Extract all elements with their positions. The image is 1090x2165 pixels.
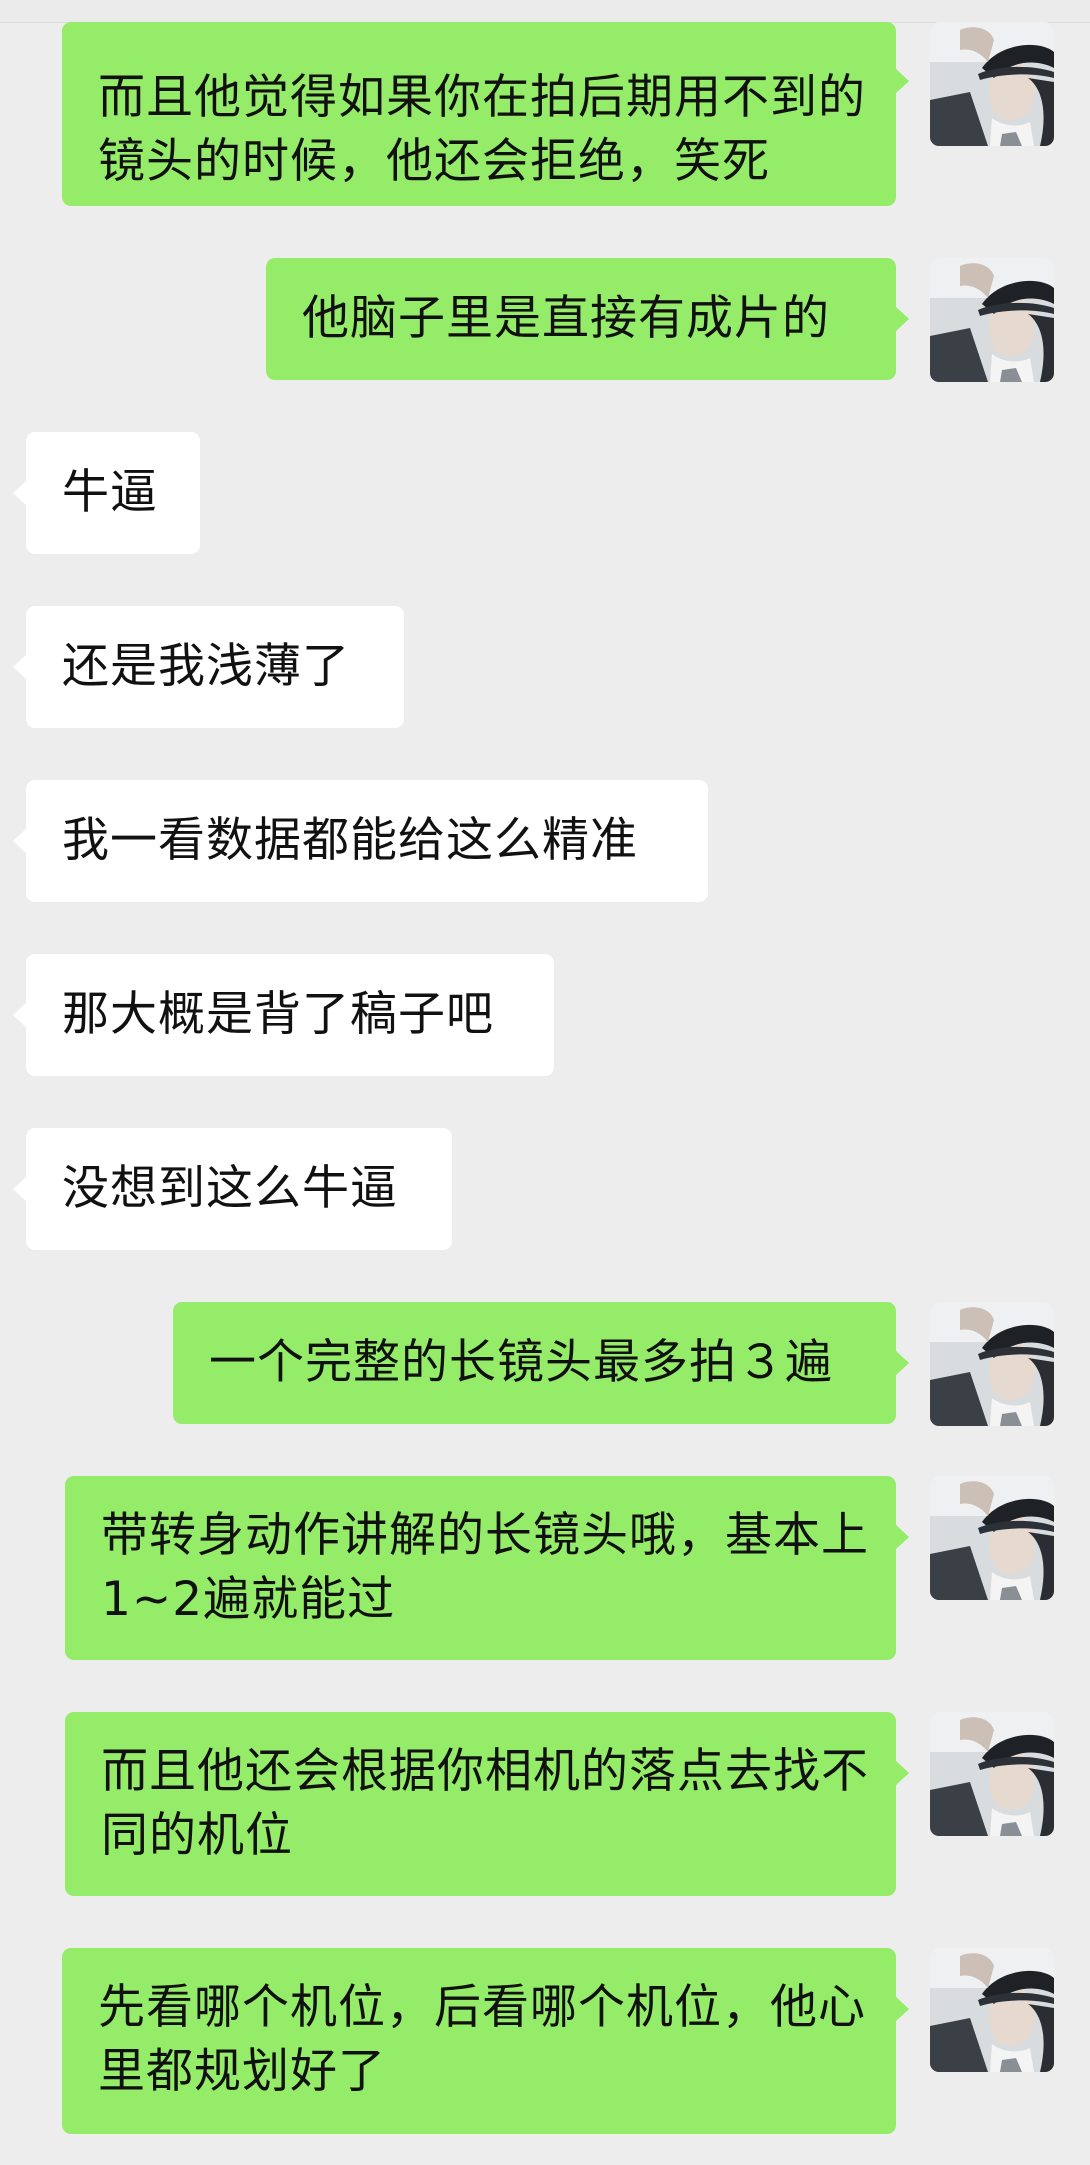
message-text: 而且他还会根据你相机的落点去找不同的机位 (101, 1744, 869, 1863)
message-bubble[interactable]: 先看哪个机位，后看哪个机位，他心里都规划好了 (62, 1948, 896, 2134)
user-avatar[interactable] (930, 1712, 1054, 1836)
user-avatar[interactable] (930, 22, 1054, 146)
user-avatar[interactable] (930, 258, 1054, 382)
bubble-tail (13, 828, 27, 854)
user-avatar[interactable] (930, 1948, 1054, 2072)
avatar-photo-icon (930, 22, 1054, 146)
bubble-tail (13, 654, 27, 680)
message-bubble[interactable]: 那大概是背了稿子吧 (26, 954, 554, 1076)
message-text: 还是我浅薄了 (62, 639, 350, 694)
bubble-tail (895, 1760, 909, 1786)
message-text: 而且他觉得如果你在拍后期用不到的镜头的时候，他还会拒绝，笑死 (98, 70, 866, 189)
message-bubble[interactable]: 一个完整的长镜头最多拍３遍 (173, 1302, 896, 1424)
bubble-tail (895, 1996, 909, 2022)
avatar-photo-icon (930, 258, 1054, 382)
message-text: 那大概是背了稿子吧 (62, 987, 494, 1042)
bubble-tail (895, 1350, 909, 1376)
message-text: 没想到这么牛逼 (62, 1161, 398, 1216)
avatar-photo-icon (930, 1712, 1054, 1836)
message-text: 先看哪个机位，后看哪个机位，他心里都规划好了 (98, 1980, 866, 2099)
bubble-tail (895, 306, 909, 332)
message-text: 牛逼 (62, 465, 158, 520)
bubble-tail (13, 1002, 27, 1028)
message-text: 带转身动作讲解的长镜头哦，基本上1~2遍就能过 (101, 1508, 869, 1627)
avatar-photo-icon (930, 1948, 1054, 2072)
message-text: 他脑子里是直接有成片的 (302, 291, 830, 346)
bubble-tail (895, 68, 909, 94)
user-avatar[interactable] (930, 1476, 1054, 1600)
status-bar-edge (0, 0, 1090, 23)
message-bubble[interactable]: 没想到这么牛逼 (26, 1128, 452, 1250)
message-bubble[interactable]: 我一看数据都能给这么精准 (26, 780, 708, 902)
bubble-tail (895, 1524, 909, 1550)
user-avatar[interactable] (930, 1302, 1054, 1426)
message-bubble[interactable]: 还是我浅薄了 (26, 606, 404, 728)
avatar-photo-icon (930, 1476, 1054, 1600)
message-bubble[interactable]: 而且他还会根据你相机的落点去找不同的机位 (65, 1712, 896, 1896)
message-bubble[interactable]: 而且他觉得如果你在拍后期用不到的镜头的时候，他还会拒绝，笑死 (62, 22, 896, 206)
message-bubble[interactable]: 牛逼 (26, 432, 200, 554)
message-bubble[interactable]: 带转身动作讲解的长镜头哦，基本上1~2遍就能过 (65, 1476, 896, 1660)
avatar-photo-icon (930, 1302, 1054, 1426)
bubble-tail (13, 1176, 27, 1202)
bubble-tail (13, 480, 27, 506)
message-bubble[interactable]: 他脑子里是直接有成片的 (266, 258, 896, 380)
message-text: 一个完整的长镜头最多拍３遍 (209, 1335, 833, 1390)
message-text: 我一看数据都能给这么精准 (62, 813, 638, 868)
